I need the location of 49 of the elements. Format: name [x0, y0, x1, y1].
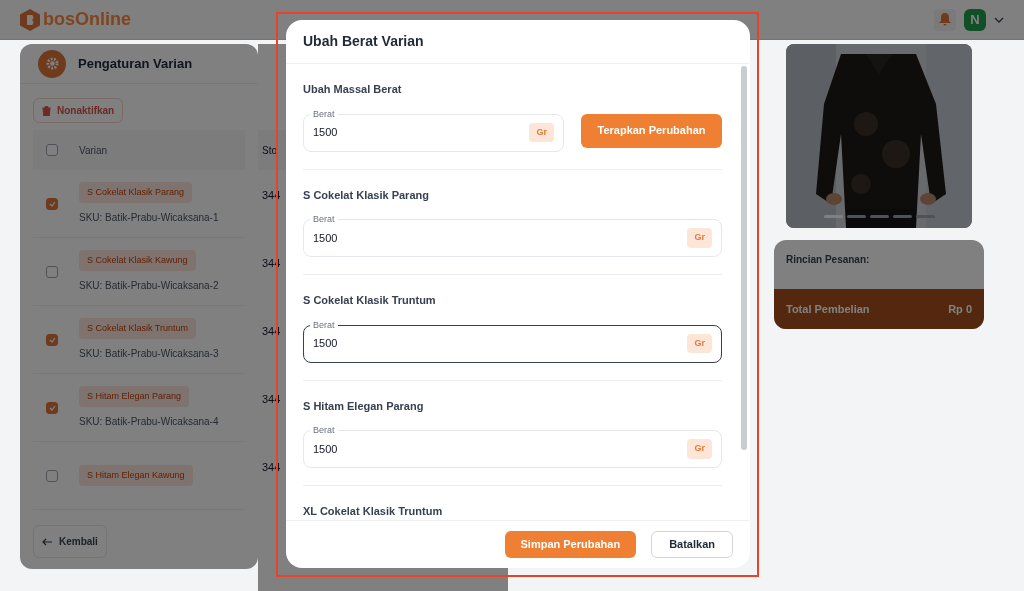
variant-tag: S Hitam Elegan Kawung — [79, 464, 193, 487]
row-checkbox[interactable] — [46, 333, 58, 346]
variant-title: S Hitam Elegan Parang — [303, 398, 425, 414]
trash-icon — [42, 105, 51, 116]
row-checkbox[interactable] — [46, 401, 58, 414]
check-icon — [48, 200, 56, 207]
scrollbar[interactable] — [741, 66, 747, 450]
logo-icon — [20, 8, 40, 31]
logo-text: bosOnline — [43, 8, 131, 31]
field-value: 1500 — [313, 230, 338, 246]
variant-tag: S Hitam Elegan Parang — [79, 385, 190, 408]
chevron-down-icon[interactable] — [994, 16, 1004, 23]
variant-tag: S Cokelat Klasik Kawung — [79, 249, 196, 272]
sku-text: SKU: Batik-Prabu-Wicaksana-2 — [79, 279, 219, 294]
unit-badge: Gr — [687, 228, 712, 248]
select-all-checkbox[interactable] — [46, 144, 58, 156]
variant-title: S Cokelat Klasik Parang — [303, 187, 430, 203]
unit-badge: Gr — [687, 439, 712, 459]
panel-title: Pengaturan Varian — [78, 54, 193, 73]
check-icon — [48, 336, 56, 343]
check-icon — [48, 404, 56, 411]
row-checkbox[interactable] — [46, 197, 58, 210]
sku-text: SKU: Batik-Prabu-Wicaksana-1 — [79, 211, 219, 226]
variant-title: S Cokelat Klasik Truntum — [303, 293, 437, 308]
unit-badge: Gr — [529, 122, 554, 143]
cancel-button[interactable]: Batalkan — [651, 531, 733, 558]
total-label: Total Pembelian — [786, 301, 870, 317]
field-label: Berat — [310, 213, 338, 225]
notification-button[interactable] — [934, 8, 956, 31]
row-checkbox[interactable] — [46, 469, 58, 482]
variant-title: XL Cokelat Klasik Truntum — [303, 504, 444, 519]
modal-title: Ubah Berat Varian — [303, 32, 424, 51]
field-label: Berat — [310, 424, 338, 436]
field-value: 1500 — [313, 336, 338, 352]
variant-tag: S Cokelat Klasik Parang — [79, 181, 193, 204]
field-value: 1500 — [313, 441, 338, 457]
total-value: Rp 0 — [948, 301, 972, 317]
gear-icon — [38, 49, 66, 78]
summary-title: Rincian Pesanan: — [785, 253, 871, 267]
row-checkbox[interactable] — [46, 265, 58, 278]
back-button[interactable]: Kembali — [33, 525, 107, 558]
unit-badge: Gr — [687, 333, 712, 354]
section-title: Ubah Massal Berat — [303, 82, 403, 97]
sku-text: SKU: Batik-Prabu-Wicaksana-3 — [79, 347, 219, 362]
column-header: Varian — [79, 143, 108, 158]
sku-text: SKU: Batik-Prabu-Wicaksana-4 — [79, 415, 219, 430]
bell-icon — [939, 13, 951, 26]
variant-tag: S Cokelat Klasik Truntum — [79, 317, 197, 340]
arrow-left-icon — [42, 537, 52, 546]
